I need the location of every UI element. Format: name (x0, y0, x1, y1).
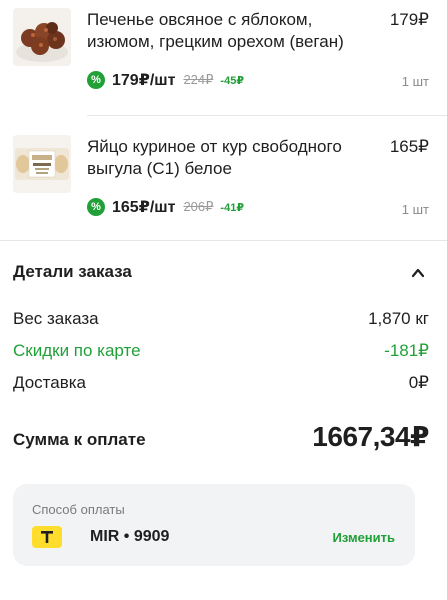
change-payment-button[interactable]: Изменить (332, 530, 395, 545)
delivery-row: Доставка 0₽ (13, 371, 429, 395)
order-weight-value: 1,870 кг (368, 309, 429, 328)
cart-item[interactable]: Печенье овсяное с яблоком, изюмом, грецк… (0, 0, 447, 115)
order-details-title[interactable]: Детали заказа (13, 262, 132, 282)
item-total-price: 165₽ (389, 137, 429, 156)
item-name: Яйцо куриное от кур свободного выгула (С… (87, 137, 342, 178)
cookies-product-image[interactable] (13, 8, 71, 66)
old-price: 224₽ (183, 72, 214, 87)
unit-price: 179₽/шт (112, 72, 176, 89)
unit-price: 165₽/шт (112, 199, 176, 216)
payment-method-card[interactable]: Способ оплаты T MIR • 9909 Изменить (13, 484, 415, 566)
item-name: Печенье овсяное с яблоком, изюмом, грецк… (87, 10, 344, 51)
item-price-row: % 179₽/шт 224₽ -45₽ (87, 69, 244, 91)
item-quantity: 1 шт (401, 74, 429, 89)
order-weight-label: Вес заказа (13, 309, 99, 328)
bank-logo-icon: T (32, 526, 62, 548)
old-price: 206₽ (183, 199, 214, 214)
item-price-row: % 165₽/шт 206₽ -41₽ (87, 196, 244, 218)
card-discount-row: Скидки по карте -181₽ (13, 339, 429, 363)
payment-method-title: Способ оплаты (32, 502, 125, 517)
total-value: 1667,34₽ (312, 421, 429, 452)
order-weight-row: Вес заказа 1,870 кг (13, 307, 429, 331)
cart-item[interactable]: Яйцо куриное от кур свободного выгула (С… (0, 116, 447, 231)
discount-amount: -41₽ (220, 201, 244, 214)
card-discount-label: Скидки по карте (13, 341, 141, 360)
delivery-value: 0₽ (408, 373, 429, 392)
eggs-product-image[interactable] (13, 135, 71, 193)
discount-amount: -45₽ (220, 74, 244, 87)
item-total-price: 179₽ (389, 10, 429, 29)
card-discount-value: -181₽ (384, 341, 429, 360)
item-quantity: 1 шт (401, 202, 429, 217)
discount-percent-icon: % (87, 198, 105, 216)
discount-percent-icon: % (87, 71, 105, 89)
delivery-label: Доставка (13, 373, 87, 392)
payment-card-number: MIR • 9909 (90, 528, 170, 545)
chevron-up-icon[interactable] (411, 266, 425, 280)
total-label: Сумма к оплате (13, 430, 146, 449)
section-divider (0, 240, 447, 241)
